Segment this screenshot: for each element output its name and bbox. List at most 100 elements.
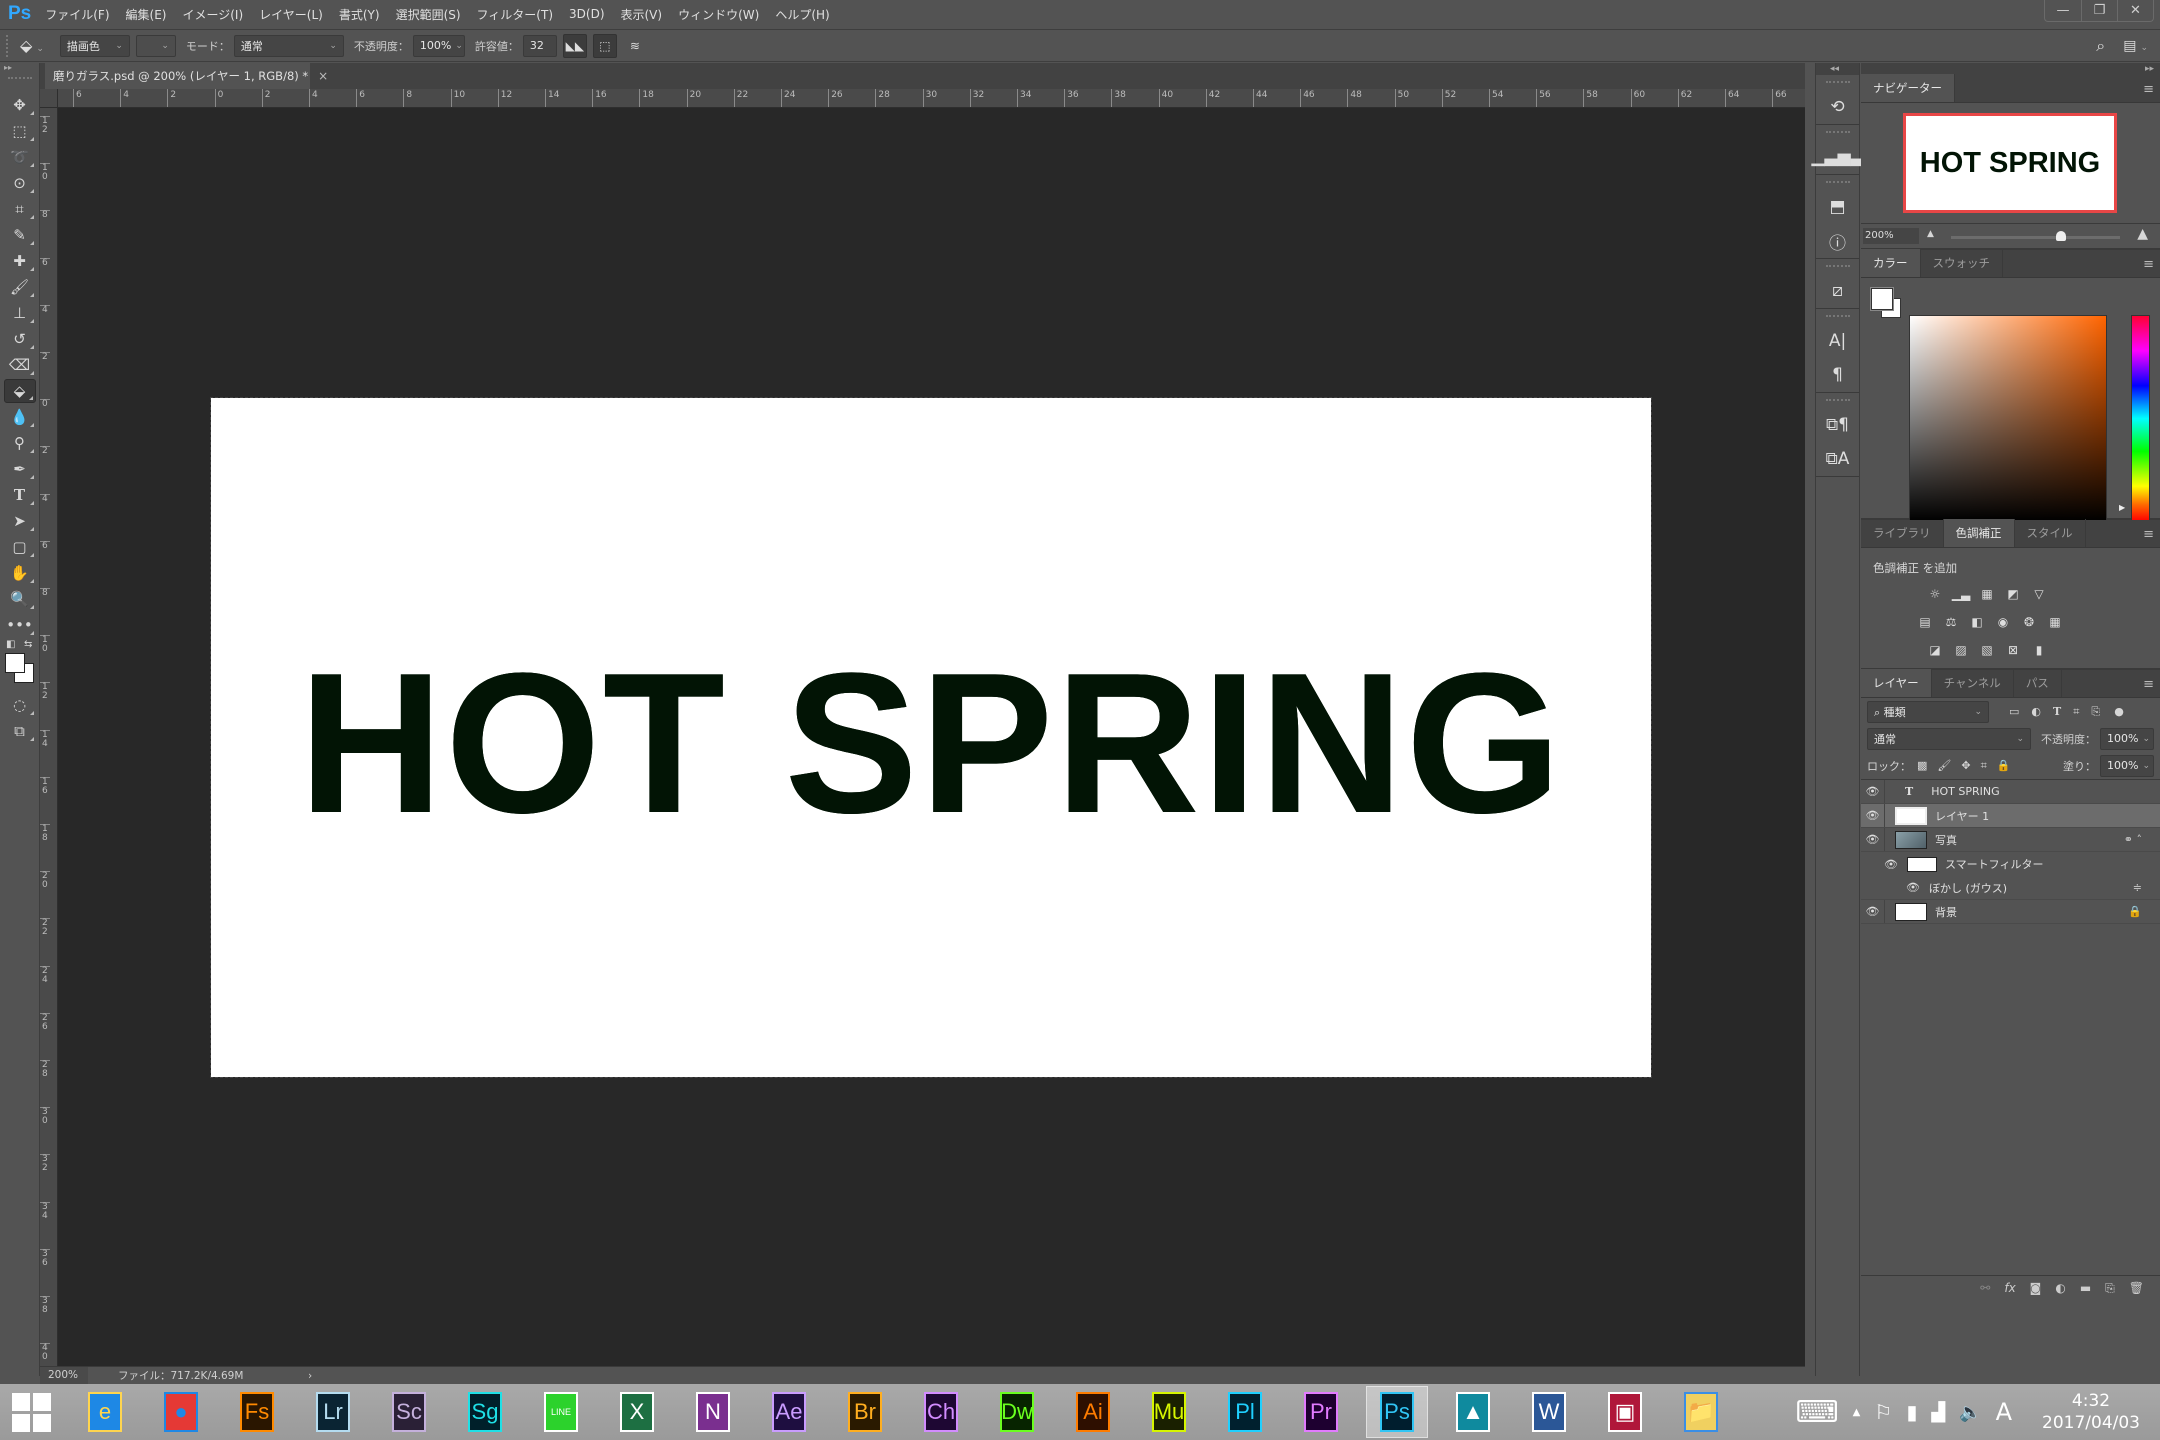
posterize-icon[interactable]: ▨ (1953, 642, 1969, 658)
stamp-tool-icon[interactable]: ⊥ (4, 301, 36, 325)
dodge-tool-icon[interactable]: ⚲ (4, 431, 36, 455)
quick-select-tool-icon[interactable]: ⊙ (4, 171, 36, 195)
shape-tool-icon[interactable]: ▢ (4, 535, 36, 559)
zoom-in-icon[interactable]: ▲ (2137, 226, 2148, 242)
brush-tool-icon[interactable]: 🖌 (4, 275, 36, 299)
windows-start-icon[interactable] (0, 1386, 62, 1438)
filter-smart-object-icon[interactable]: ⎘ (2091, 705, 2100, 719)
color-menu-icon[interactable]: ≡ (2143, 257, 2154, 272)
close-button[interactable]: ✕ (2117, 0, 2153, 21)
healing-tool-icon[interactable]: ✚ (4, 249, 36, 273)
taskbar-app-speedgrade[interactable]: Sg (454, 1386, 516, 1438)
eyedropper-tool-icon[interactable]: ✎ (4, 223, 36, 247)
new-adjustment-layer-icon[interactable]: ◐ (2055, 1281, 2065, 1295)
hue-pointer-icon[interactable]: ▶ (2119, 503, 2125, 512)
tab-navigator[interactable]: ナビゲーター (1861, 74, 1955, 102)
taskbar-app-lightroom[interactable]: Lr (302, 1386, 364, 1438)
color-panel-foreground[interactable] (1870, 287, 1894, 311)
lock-all-icon[interactable]: 🔒 (1997, 759, 2011, 772)
paragraph-styles-icon[interactable]: ⧉¶ (1816, 408, 1859, 442)
dock-collapse[interactable]: ◂◂ (1816, 63, 1859, 75)
options-bar-grip[interactable] (6, 34, 10, 57)
taskbar-app-file-explorer[interactable]: 📁 (1670, 1386, 1732, 1438)
filter-adjustment-icon[interactable]: ◐ (2031, 705, 2041, 718)
navigator-zoom-input[interactable]: 200% (1863, 228, 1919, 244)
touch-keyboard-icon[interactable]: ⌨ (1795, 1395, 1838, 1430)
tab-adjustments[interactable]: 色調補正 (1943, 519, 2015, 547)
foreground-color-swatch[interactable] (5, 653, 25, 673)
properties-panel-icon[interactable]: ⬒ (1816, 190, 1859, 224)
character-styles-icon[interactable]: ⧉A (1816, 442, 1859, 476)
layer-filter-select[interactable]: ⌕ 種類 ⌄ (1867, 700, 1989, 723)
invert-icon[interactable]: ◪ (1927, 642, 1943, 658)
fill-source-select[interactable]: 描画色 ⌄ (59, 34, 130, 57)
menu-filter[interactable]: フィルター(T) (477, 6, 553, 23)
menu-select[interactable]: 選択範囲(S) (396, 6, 461, 23)
opacity-input[interactable]: 100% ⌄ (412, 34, 465, 57)
new-layer-icon[interactable]: ⎘ (2105, 1281, 2115, 1296)
color-lookup-icon[interactable]: ▦ (2047, 614, 2063, 630)
menu-window[interactable]: ウィンドウ(W) (678, 6, 759, 23)
filter-toggle[interactable]: ● (2114, 705, 2124, 718)
search-icon[interactable]: ⌕ (2096, 36, 2105, 56)
new-group-icon[interactable]: ▬ (2080, 1281, 2091, 1295)
tab-styles[interactable]: スタイル (2015, 519, 2086, 547)
tolerance-input[interactable]: 32 (522, 34, 557, 57)
smart-filter-badge-icon[interactable]: ⚭ ˄ (2124, 833, 2142, 846)
delete-layer-icon[interactable]: 🗑 (2129, 1281, 2144, 1295)
toolbox-grip[interactable] (7, 77, 32, 91)
paint-bucket-tool-icon[interactable]: ⬙ (3, 379, 36, 403)
filter-blending-options-icon[interactable]: ≑ (2133, 881, 2142, 894)
paragraph-panel-icon[interactable]: ¶ (1816, 358, 1859, 392)
eraser-tool-icon[interactable]: ⌫ (4, 353, 36, 377)
menu-view[interactable]: 表示(V) (621, 6, 663, 23)
close-document-icon[interactable]: × (318, 69, 328, 83)
swap-colors-icon[interactable]: ⇆ (24, 639, 32, 650)
ruler-origin[interactable] (40, 89, 58, 108)
lock-transparent-icon[interactable]: ▩ (1917, 759, 1927, 772)
status-menu-arrow[interactable]: › (308, 1370, 312, 1382)
filter-shape-icon[interactable]: ⌗ (2073, 705, 2079, 719)
curves-icon[interactable]: ▦ (1979, 586, 1995, 602)
status-zoom[interactable]: 200% (40, 1367, 88, 1384)
layer-opacity-input[interactable]: 100% ⌄ (2100, 727, 2154, 750)
taskbar-app-dreamweaver[interactable]: Dw (986, 1386, 1048, 1438)
menu-layer[interactable]: レイヤー(L) (259, 6, 323, 23)
taskbar-app-photoshop[interactable]: Ps (1366, 1386, 1428, 1438)
lock-image-icon[interactable]: 🖌 (1937, 759, 1951, 772)
brightness-contrast-icon[interactable]: ☼ (1927, 586, 1943, 602)
color-balance-icon[interactable]: ⚖ (1943, 614, 1959, 630)
selective-color-icon[interactable]: ⊠ (2005, 642, 2021, 658)
hand-tool-icon[interactable]: ✋ (4, 561, 36, 585)
path-select-tool-icon[interactable]: ➤ (4, 509, 36, 533)
taskbar-app-chrome[interactable]: ● (150, 1386, 212, 1438)
taskbar-app-premiere-pro[interactable]: Pr (1290, 1386, 1352, 1438)
horizontal-ruler[interactable]: 6 4 2 0 2 4 6 8 10 12 14 16 18 20 22 24 26 28 30 32 34 36 38 40… (58, 89, 1805, 108)
black-white-icon[interactable]: ◧ (1969, 614, 1985, 630)
layers-menu-icon[interactable]: ≡ (2143, 677, 2154, 692)
character-panel-icon[interactable]: A| (1816, 324, 1859, 358)
taskbar-app-character-animator[interactable]: Ch (910, 1386, 972, 1438)
all-layers-toggle[interactable]: ≋ (623, 34, 647, 58)
taskbar-app-photos[interactable]: ▲ (1442, 1386, 1504, 1438)
fx-icon[interactable]: fx (2004, 1281, 2015, 1295)
history-brush-tool-icon[interactable]: ↺ (4, 327, 36, 351)
screen-mode-icon[interactable]: ⧉ (4, 719, 36, 743)
channel-mixer-icon[interactable]: ❂ (2021, 614, 2037, 630)
tab-channels[interactable]: チャンネル (1932, 669, 2014, 697)
filter-pixel-icon[interactable]: ▭ (2009, 705, 2019, 718)
visibility-eye-icon[interactable]: 👁 (1861, 780, 1885, 803)
menu-image[interactable]: イメージ(I) (182, 6, 243, 23)
lock-position-icon[interactable]: ✥ (1961, 759, 1970, 772)
blend-mode-select[interactable]: 通常 ⌄ (233, 34, 344, 57)
levels-icon[interactable]: ▁▃ (1952, 586, 1970, 602)
visibility-eye-icon[interactable]: 👁 (1901, 876, 1925, 899)
taskbar-app-remote-desktop[interactable]: ▣ (1594, 1386, 1656, 1438)
adjustments-menu-icon[interactable]: ≡ (2143, 527, 2154, 542)
crop-tool-icon[interactable]: ⌗ (4, 197, 36, 221)
visibility-eye-icon[interactable]: 👁 (1879, 852, 1903, 876)
pen-tool-icon[interactable]: ✒ (4, 457, 36, 481)
restore-button[interactable]: ❐ (2081, 0, 2117, 21)
menu-file[interactable]: ファイル(F) (45, 6, 109, 23)
menu-3d[interactable]: 3D(D) (569, 7, 604, 21)
